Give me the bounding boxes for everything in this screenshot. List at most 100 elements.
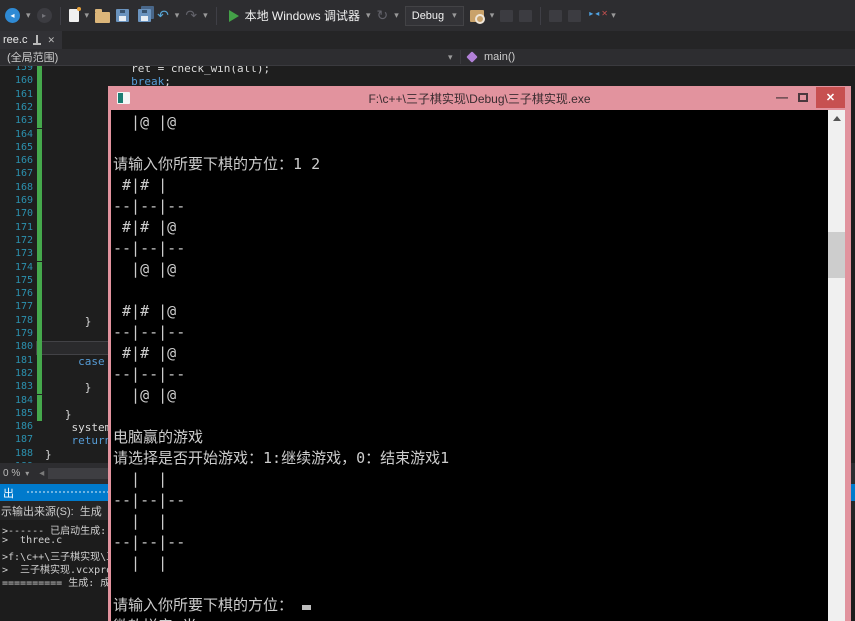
chevron-down-icon[interactable]: ▾ [25, 469, 29, 478]
start-debug-label[interactable]: 本地 Windows 调试器 [245, 7, 360, 24]
start-debug-play-icon[interactable] [228, 9, 239, 22]
console-titlebar[interactable]: F:\c++\三子棋实现\Debug\三子棋实现.exe — ✕ [108, 86, 851, 110]
console-scrollbar[interactable] [828, 110, 845, 621]
maximize-button[interactable] [798, 92, 808, 102]
console-line: #|# |@ [113, 302, 177, 320]
line-number: 171 [14, 221, 33, 233]
scroll-up-arrow-icon[interactable] [828, 110, 845, 127]
scrollbar-thumb[interactable] [828, 232, 845, 278]
console-window: F:\c++\三子棋实现\Debug\三子棋实现.exe — ✕ |@ |@ 请输… [108, 86, 851, 621]
change-tracking-bar [37, 381, 42, 395]
line-number: 181 [14, 354, 33, 366]
navigate-back-dropdown[interactable]: ▾ [26, 11, 31, 20]
chevron-down-icon[interactable]: ▾ [448, 52, 453, 63]
console-line: |@ |@ [113, 113, 177, 131]
decrease-indent-button[interactable] [549, 9, 563, 22]
output-line: > three.c [2, 535, 63, 546]
close-tab-icon[interactable]: ✕ [47, 35, 55, 45]
save-all-button[interactable] [138, 9, 152, 22]
chevron-down-icon: ▾ [452, 10, 457, 20]
pin-icon[interactable] [33, 34, 42, 46]
line-number: 180 [14, 341, 33, 353]
line-number: 165 [14, 141, 33, 153]
scope-dropdown[interactable]: (全局范围) [7, 49, 58, 65]
increase-indent-button[interactable] [568, 9, 582, 22]
change-tracking-bar [37, 394, 42, 408]
code-token: } [45, 447, 52, 461]
open-file-button[interactable] [95, 8, 111, 23]
console-line: --|--|-- [113, 533, 186, 551]
console-cursor [302, 605, 312, 610]
change-tracking-bar [37, 128, 42, 142]
comment-button[interactable] [500, 9, 514, 22]
save-button[interactable] [116, 9, 130, 22]
line-number: 169 [14, 195, 33, 206]
bookmark-mark-icon: ▸ [589, 8, 594, 18]
minimize-button[interactable]: — [768, 90, 796, 104]
console-text-area[interactable]: |@ |@ 请输入你所要下棋的方位：1 2 #|# | --|--|-- #|# |… [111, 110, 828, 621]
change-tracking-bar [37, 168, 42, 182]
line-number: 176 [14, 288, 33, 300]
change-tracking-bar [37, 181, 42, 195]
console-line: | | [113, 554, 168, 572]
start-debug-dropdown[interactable]: ▾ [366, 11, 371, 20]
change-tracking-bar [37, 88, 42, 102]
console-line: --|--|-- [113, 365, 186, 383]
line-number: 159 [14, 66, 33, 73]
change-tracking-bar [37, 328, 42, 342]
find-in-files-button[interactable] [469, 9, 485, 24]
zoom-level-dropdown[interactable]: 0 % [3, 468, 20, 479]
scroll-left-arrow-icon[interactable]: ◂ [39, 468, 44, 479]
find-dropdown[interactable]: ▾ [490, 11, 495, 20]
navigate-back-button[interactable]: ◂ [5, 8, 20, 23]
editor-line[interactable]: 159 ret = check_win(all); [0, 66, 855, 76]
navigation-bar: (全局范围) ▾ main() [0, 49, 855, 66]
line-number: 162 [14, 101, 33, 113]
line-number: 177 [14, 301, 33, 313]
change-tracking-bar [37, 155, 42, 169]
code-token: case [78, 354, 105, 368]
console-line: | | [113, 512, 168, 530]
change-tracking-bar [37, 314, 42, 328]
undo-dropdown[interactable]: ▾ [175, 11, 180, 20]
standard-toolbar: ◂ ▾ ▸ ▾ ↶ ▾ ↷ ▾ 本地 Windows 调试器 ▾ ↻ ▾ Debug ▾ ▾ ▸ ◂ ✕ ▾ [0, 0, 855, 31]
output-line: ========== 生成: 成功 [2, 578, 121, 589]
solution-config-combo[interactable]: Debug ▾ [404, 5, 464, 26]
code-token: return [71, 434, 112, 448]
line-number: 164 [14, 128, 33, 140]
navbar-divider [460, 50, 461, 64]
tab-three-c[interactable]: ree.c ✕ [0, 31, 63, 49]
redo-button[interactable]: ↷ [185, 9, 197, 23]
line-number: 175 [14, 274, 33, 286]
line-number: 185 [14, 407, 33, 419]
output-source-dropdown[interactable]: 生成 [80, 503, 102, 519]
console-line: --|--|-- [113, 239, 186, 257]
console-body: |@ |@ 请输入你所要下棋的方位：1 2 #|# | --|--|-- #|# |… [108, 110, 851, 621]
restart-button[interactable]: ↻ [376, 9, 388, 23]
line-number: 178 [14, 314, 33, 326]
restart-dropdown[interactable]: ▾ [394, 11, 399, 20]
change-tracking-bar [37, 261, 42, 275]
bookmarks-dropdown[interactable]: ▾ [611, 11, 616, 20]
output-source-label: 示输出来源(S): [1, 505, 74, 518]
change-tracking-bar [37, 274, 42, 289]
bookmark-mark-icon: ✕ [601, 8, 608, 18]
change-tracking-bar [37, 354, 42, 368]
document-tab-bar: ree.c ✕ [0, 31, 855, 49]
member-dropdown[interactable]: main() [484, 51, 515, 63]
console-line: --|--|-- [113, 197, 186, 215]
change-tracking-bar [37, 301, 42, 315]
console-line: | | [113, 470, 168, 488]
new-file-button[interactable] [68, 7, 81, 22]
undo-button[interactable]: ↶ [157, 9, 169, 23]
close-button[interactable]: ✕ [816, 86, 845, 108]
navigate-forward-button[interactable]: ▸ [36, 8, 52, 23]
new-file-dropdown[interactable]: ▾ [85, 11, 90, 20]
uncomment-button[interactable] [519, 9, 533, 22]
change-tracking-bar [37, 288, 42, 302]
redo-dropdown[interactable]: ▾ [203, 11, 208, 20]
